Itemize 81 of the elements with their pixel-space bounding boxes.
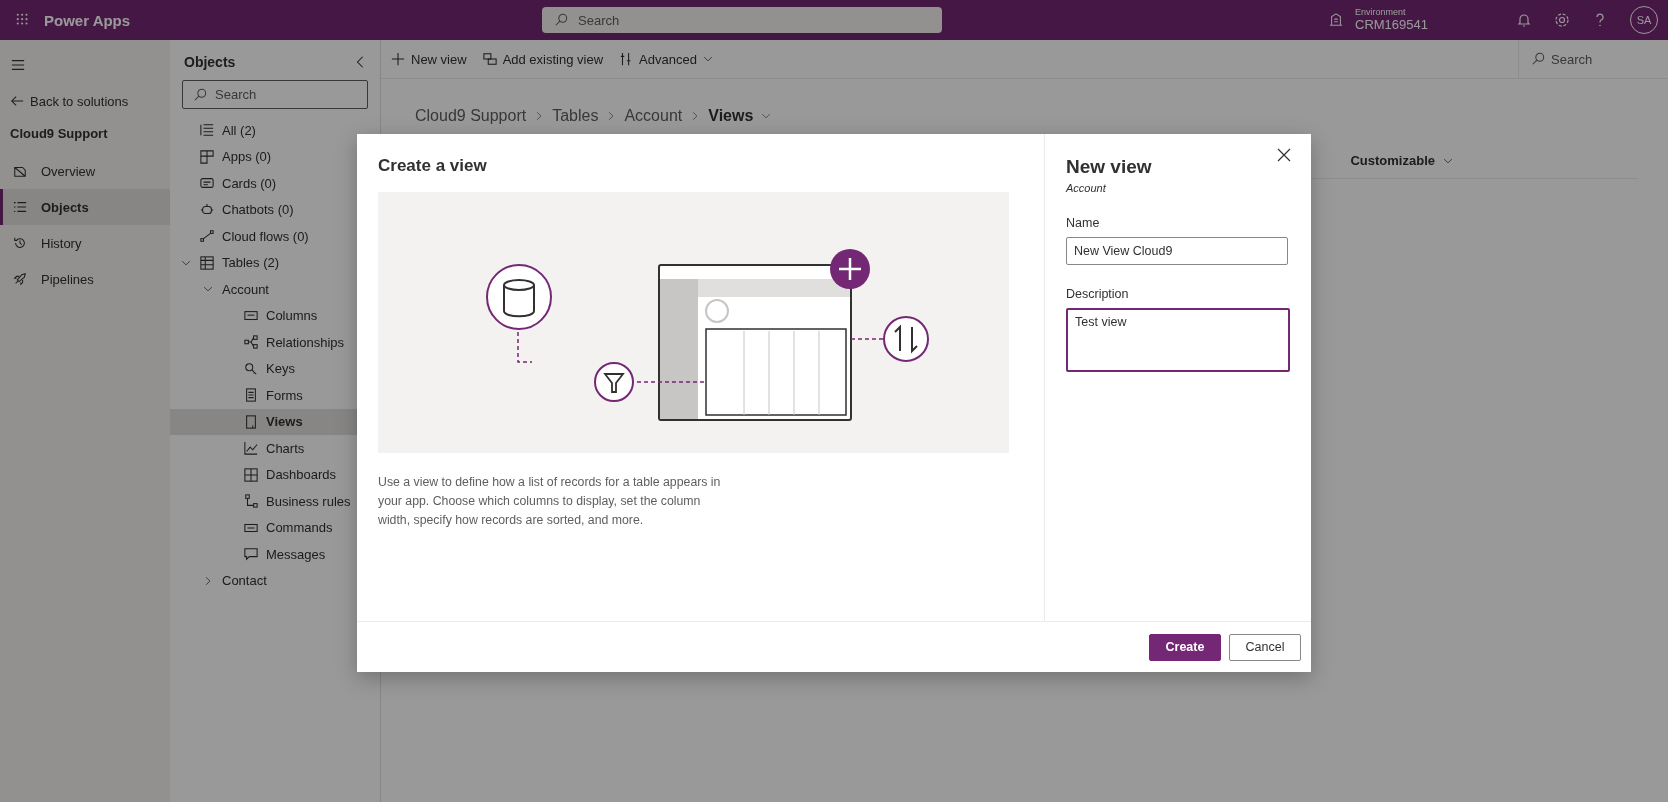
field-label: Name [1066,216,1101,230]
chevron-down-icon[interactable] [761,111,772,121]
nav-item[interactable]: History [0,225,170,261]
search-icon [193,87,207,102]
add-existing-icon [482,52,497,66]
chart-icon [244,441,258,456]
plus-icon [391,52,405,66]
toolbar-button[interactable]: New view [385,44,473,74]
nav-item[interactable]: Pipelines [0,261,170,297]
dialog-title: Create a view [378,156,488,176]
app-name: Power Apps [44,11,132,29]
nav-item[interactable]: Overview [0,153,170,189]
tree-item[interactable]: Forms [170,382,380,409]
tree-item[interactable]: Keys [170,355,380,382]
toolbar-button[interactable]: Add existing view [476,44,610,74]
key-icon [244,361,258,376]
breadcrumb-item[interactable]: Cloud9 Support [415,107,527,125]
tree-item[interactable]: Charts [170,435,380,462]
dialog-description: Use a view to define how a list of records for a table appears in your app. Choose which columns to display, set the column width, specify how records are sorted, and more. [378,474,722,529]
list-icon [13,200,27,214]
search-icon [554,13,568,27]
back-arrow-icon [10,94,24,108]
breadcrumb-item[interactable]: Views [708,107,754,125]
tree-item[interactable]: Dashboards [170,461,380,488]
chevron-down-icon [702,54,713,64]
environment-label: Environment [1355,7,1407,18]
breadcrumb-item[interactable]: Account [624,107,683,125]
view-icon [244,414,258,429]
chevron-right-icon[interactable] [203,575,213,586]
tree-item[interactable]: All (2) [170,117,380,144]
form-icon [244,388,258,403]
list-icon [200,123,214,138]
settings-icon[interactable] [1554,12,1570,28]
search-field[interactable]: Search [1518,40,1668,78]
rocket-icon [13,272,27,286]
nav-item[interactable]: Objects [0,189,170,225]
tree-item[interactable]: Contact [170,567,380,594]
column-header[interactable]: Customizable [1350,153,1453,168]
building-icon [1329,13,1343,27]
search-field[interactable]: Search [182,80,368,109]
rule-icon [244,494,258,509]
menu-icon[interactable] [10,58,26,72]
panel-title: New view [1066,156,1153,178]
tree-item[interactable]: Apps (0) [170,143,380,170]
tree-item[interactable]: Messages [170,541,380,568]
close-icon[interactable] [1276,147,1292,163]
tree-item[interactable]: Cloud flows (0) [170,223,380,250]
history-icon [13,236,27,250]
create-button[interactable]: Create [1149,633,1221,661]
breadcrumb-item[interactable]: Tables [552,107,599,125]
message-icon [244,547,258,562]
bot-icon [200,202,214,217]
tree-item[interactable]: Columns [170,302,380,329]
grid-icon [200,149,214,164]
app-launcher-icon[interactable] [16,13,30,27]
flow-icon [200,229,214,244]
search-field[interactable]: Search [542,7,942,33]
solution-name: Cloud9 Support [9,125,109,143]
back-link[interactable]: Back to solutions [0,88,170,114]
tree-item[interactable]: Cards (0) [170,170,380,197]
table-icon [200,255,214,270]
tree-item[interactable]: Tables (2) [170,249,380,276]
name-field[interactable]: New View Cloud9 [1066,237,1288,265]
column-icon [244,308,258,323]
search-icon [1531,52,1545,66]
description-field[interactable]: Test view [1066,308,1290,372]
field-label: Description [1066,287,1130,301]
relationship-icon [244,335,258,350]
card-icon [200,176,214,191]
tree-item[interactable]: Chatbots (0) [170,196,380,223]
panel-title: Objects [184,54,236,70]
tree-item[interactable]: Account [170,276,380,303]
toolbar-button[interactable]: Advanced [613,44,719,74]
panel-subtitle: Account [1066,182,1107,194]
page-icon [13,164,27,178]
bell-icon[interactable] [1516,12,1532,28]
dashboard-icon [244,467,258,482]
tree-item[interactable]: Relationships [170,329,380,356]
environment-name[interactable]: CRM169541 [1355,17,1428,33]
search-placeholder: Search [578,12,620,28]
cancel-button[interactable]: Cancel [1229,633,1301,661]
